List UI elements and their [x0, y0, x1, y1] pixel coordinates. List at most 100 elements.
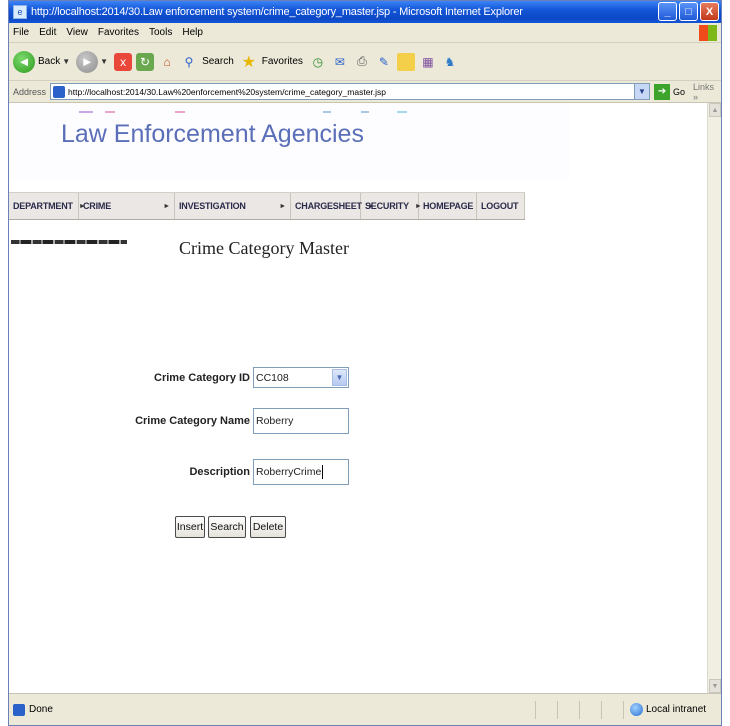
back-button[interactable]: ◄ Back ▼ [13, 50, 71, 73]
banner-title: Law Enforcement Agencies [61, 120, 364, 148]
title-bar: e http://localhost:2014/30.Law enforceme… [9, 1, 721, 23]
crime-category-name-value: Roberry [256, 415, 294, 427]
nav-security-label: SECURITY [365, 201, 409, 211]
history-icon[interactable]: ◷ [309, 53, 327, 71]
forward-button[interactable]: ► ▼ [76, 50, 109, 73]
chevron-down-icon[interactable]: ▼ [634, 84, 650, 99]
crime-category-name-row: Crime Category Name Roberry [119, 408, 349, 434]
nav-logout-label: LOGOUT [481, 201, 519, 211]
vertical-scrollbar[interactable]: ▲ ▼ [707, 103, 721, 693]
nav-investigation-label: INVESTIGATION [179, 201, 246, 211]
search-button[interactable]: ⚲ Search [180, 53, 234, 71]
status-cell [579, 700, 601, 719]
nav-department[interactable]: DEPARTMENT ► [9, 193, 86, 219]
address-input[interactable]: http://localhost:2014/30.Law%20enforceme… [50, 83, 651, 100]
globe-icon [630, 703, 643, 716]
nav-department-label: DEPARTMENT [13, 201, 73, 211]
address-label: Address [13, 86, 47, 97]
page-done-icon [13, 703, 25, 716]
search-icon: ⚲ [184, 54, 194, 69]
favorites-label: Favorites [261, 56, 303, 67]
decorative-bar [11, 240, 127, 244]
page-content: Law Enforcement Agencies DEPARTMENT ► CRI… [9, 103, 707, 693]
nav-crime-label: CRIME [83, 201, 111, 211]
browser-window: e http://localhost:2014/30.Law enforceme… [8, 0, 722, 726]
minimize-button[interactable]: _ [658, 2, 677, 21]
stop-icon[interactable]: x [114, 52, 133, 71]
nav-chargesheet[interactable]: CHARGESHEET ► [291, 193, 375, 219]
crime-category-id-select[interactable]: CC108 ▼ [253, 367, 349, 388]
text-cursor [322, 465, 324, 479]
star-icon: ★ [241, 53, 256, 71]
back-label: Back [38, 56, 61, 67]
crime-category-name-input[interactable]: Roberry [253, 408, 349, 434]
links-label: Links [693, 81, 715, 92]
menu-favorites[interactable]: Favorites [98, 27, 139, 38]
nav-investigation[interactable]: INVESTIGATION ► [175, 193, 291, 219]
ie-icon: e [13, 5, 27, 19]
close-button[interactable]: X [700, 2, 719, 21]
status-cell [557, 700, 579, 719]
crime-category-name-label: Crime Category Name [135, 415, 250, 427]
address-url: http://localhost:2014/30.Law%20enforceme… [68, 86, 387, 97]
go-button[interactable]: ➔ Go [654, 83, 686, 100]
menu-help[interactable]: Help [182, 27, 203, 38]
toolbar: ◄ Back ▼ ► ▼ x ↻ ⌂ ⚲ Search ★ Favorites … [9, 43, 721, 81]
nav-homepage-label: HOMEPAGE [423, 201, 474, 211]
scroll-up-icon[interactable]: ▲ [709, 103, 721, 117]
windows-logo-icon [699, 25, 717, 41]
crime-category-id-label: Crime Category ID [154, 371, 250, 384]
maximize-button[interactable]: □ [679, 2, 698, 21]
caret-right-icon: ► [163, 202, 170, 210]
description-input[interactable]: RoberryCrime [253, 459, 349, 485]
crime-category-id-row: Crime Category ID CC108 ▼ [119, 367, 349, 388]
back-arrow-icon: ◄ [13, 50, 35, 73]
folder-icon[interactable] [396, 52, 415, 71]
refresh-icon[interactable]: ↻ [136, 52, 155, 71]
search-button[interactable]: Search [208, 516, 246, 538]
description-label: Description [189, 466, 250, 478]
nav-chargesheet-label: CHARGESHEET [295, 201, 362, 211]
scroll-down-icon[interactable]: ▼ [709, 679, 721, 693]
chevron-down-icon: ▼ [62, 57, 71, 66]
banner: Law Enforcement Agencies [9, 103, 569, 181]
page-title: Crime Category Master [179, 238, 349, 258]
menu-bar: File Edit View Favorites Tools Help [9, 23, 721, 43]
delete-button[interactable]: Delete [250, 516, 286, 538]
research-icon[interactable]: ▦ [419, 53, 437, 71]
status-bar: Done Local intranet [9, 693, 721, 725]
go-label: Go [673, 86, 686, 97]
edit-icon[interactable]: ✎ [375, 53, 393, 71]
forward-arrow-icon: ► [76, 50, 99, 73]
go-arrow-icon: ➔ [654, 83, 671, 100]
menu-view[interactable]: View [66, 27, 88, 38]
main-nav: DEPARTMENT ► CRIME ► INVESTIGATION ► CHARGE… [9, 192, 525, 220]
description-row: Description RoberryCrime [119, 459, 349, 485]
zone-label: Local intranet [646, 704, 707, 715]
insert-button[interactable]: Insert [175, 516, 205, 538]
address-bar: Address http://localhost:2014/30.Law%20e… [9, 81, 721, 103]
window-title: http://localhost:2014/30.Law enforcement… [31, 6, 523, 18]
favorites-button[interactable]: ★ Favorites [240, 53, 303, 71]
banner-decoration [79, 111, 439, 115]
menu-file[interactable]: File [13, 27, 29, 38]
nav-logout[interactable]: LOGOUT [477, 193, 525, 219]
security-zone: Local intranet [623, 700, 721, 719]
chevron-down-icon: ▼ [100, 57, 109, 66]
links-button[interactable]: Links » [693, 82, 721, 102]
status-cell [601, 700, 623, 719]
nav-crime[interactable]: CRIME ► [79, 193, 175, 219]
nav-security[interactable]: SECURITY ► [361, 193, 422, 219]
menu-tools[interactable]: Tools [149, 27, 172, 38]
mail-icon[interactable]: ✉ [331, 53, 349, 71]
page-icon [53, 85, 66, 98]
menu-edit[interactable]: Edit [39, 27, 56, 38]
messenger-icon[interactable]: ♞ [441, 53, 459, 71]
home-icon[interactable]: ⌂ [158, 53, 176, 71]
chevron-down-icon: ▼ [332, 369, 347, 386]
search-label: Search [202, 56, 234, 67]
print-icon[interactable]: ⎙ [353, 53, 371, 71]
nav-homepage[interactable]: HOMEPAGE [419, 193, 477, 219]
status-text: Done [29, 704, 53, 715]
status-cell [535, 700, 557, 719]
